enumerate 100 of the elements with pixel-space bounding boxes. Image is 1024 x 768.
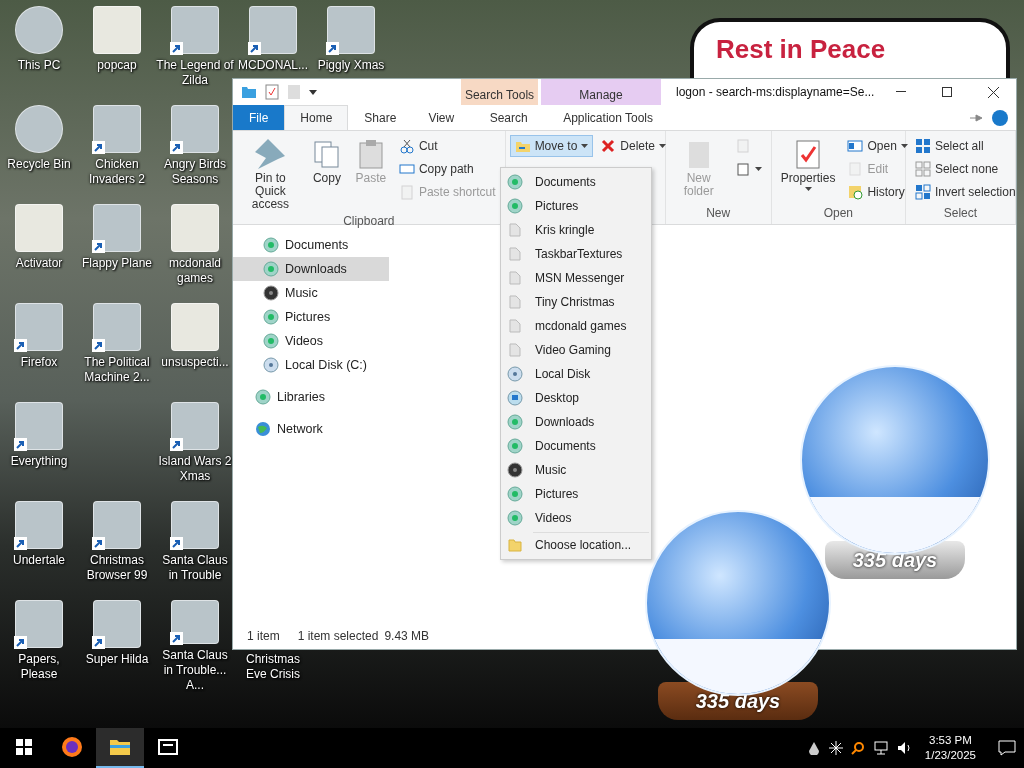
desktop-icon-label[interactable]: Activator [0,256,78,271]
shortcut-arrow-icon [92,240,105,253]
menu-item[interactable]: Videos [503,506,649,530]
library-icon [507,198,523,214]
pin-icon [254,138,287,170]
status-text: 1 item selected [297,629,379,643]
menu-item[interactable]: Pictures [503,194,649,218]
desktop-icon-label[interactable]: Recycle Bin [0,157,78,172]
ribbon-button[interactable]: Delete [595,135,671,157]
library-icon [263,309,279,325]
desktop-icon-label[interactable]: Santa Claus in Trouble... A... [156,648,234,693]
desktop-icon-label[interactable]: MCDONAL... [234,58,312,73]
windows-logo-icon [16,739,32,755]
menu-item[interactable]: Pictures [503,482,649,506]
cut-icon [398,138,415,154]
menu-item[interactable]: Kris kringle [503,218,649,242]
disk-icon [263,357,279,373]
history-icon [847,184,864,200]
newitem-icon [734,138,751,154]
nav-item[interactable]: Documents [233,233,389,257]
globe-icon [255,421,271,437]
menu-item[interactable]: Downloads [503,410,649,434]
nav-item[interactable]: Music [233,281,389,305]
group-label: New [705,206,732,222]
desktop-icon-label[interactable]: Undertale [0,553,78,568]
help-icon [992,109,1008,126]
ribbon-tab[interactable]: View [412,105,471,130]
network-icon [872,741,889,755]
desktop-icon-label[interactable]: Piggly Xmas [312,58,390,73]
menu-item[interactable]: mcdonald games [503,314,649,338]
status-text: 9.43 MB [384,629,430,643]
desktop-icon-label[interactable]: The Political Machine 2... [78,355,156,385]
menu-item[interactable]: Video Gaming [503,338,649,362]
close-icon [987,86,999,98]
desktop-icon-label[interactable]: mcdonald games [156,256,234,286]
desktop-icon-label[interactable]: Christmas Eve Crisis [234,652,312,682]
menu-item[interactable]: MSN Messenger [503,266,649,290]
app-icon[interactable] [15,6,63,54]
desktop-icon-label[interactable]: Flappy Plane [78,256,156,271]
ribbon-tab[interactable]: Share [348,105,413,130]
context-tab-header: Search Tools [461,79,538,105]
nav-item[interactable]: Libraries [233,385,389,409]
menu-item[interactable]: Choose location... [503,533,649,557]
notifications-icon [998,740,1016,756]
menu-item[interactable]: Documents [503,170,649,194]
ribbon-tab[interactable]: Home [284,105,349,130]
minimize-icon [896,91,906,93]
copypath-icon [398,161,415,177]
desktop-icon-label[interactable]: Papers, Please [0,652,78,682]
desktop-icon-label[interactable]: Christmas Browser 99 [78,553,156,583]
desktop-icon-label[interactable]: Island Wars 2 Xmas [156,454,234,484]
group-label: Clipboard [342,214,396,228]
search-icon [850,741,865,755]
nav-item[interactable]: Downloads [233,257,389,281]
desktop-icon-label[interactable]: Chicken Invaders 2 [78,157,156,187]
open-icon [847,138,864,154]
shortcut-arrow-icon [92,339,105,352]
desktop-icon-label[interactable]: Super Hilda [78,652,156,667]
menu-item[interactable]: Local Disk [503,362,649,386]
selectnone-icon [914,161,931,177]
ribbon-button[interactable]: Cut [393,135,501,157]
desktop-icon-label[interactable]: unsuspecti... [156,355,234,370]
nav-item[interactable]: Network [233,417,389,441]
shortcut-arrow-icon [14,537,27,550]
group-label: Open [822,206,854,222]
shortcut-arrow-icon [170,438,183,451]
desktop-icon-label[interactable]: Angry Birds Seasons [156,157,234,187]
ribbon-tab[interactable]: Search [470,105,548,130]
nav-item[interactable]: Pictures [233,305,389,329]
app-icon[interactable] [15,105,63,153]
ribbon-button[interactable]: Properties [775,135,841,194]
ribbon-button[interactable]: Move to [509,135,594,157]
shortcut-arrow-icon [14,636,27,649]
desktop-icon-label[interactable]: Firefox [0,355,78,370]
ribbon-button[interactable]: Copy path [393,158,501,180]
desktop-icon-label[interactable]: Everything [0,454,78,469]
folder-icon [241,84,257,100]
ribbon-button[interactable]: Copy [305,135,348,188]
ribbon-tab[interactable]: Application Tools [547,105,670,130]
archive-icon [157,736,179,758]
desktop-icon-label[interactable]: Santa Claus in Trouble [156,553,234,583]
menu-item[interactable]: TaskbarTextures [503,242,649,266]
shortcut-arrow-icon [92,636,105,649]
nav-item[interactable]: Videos [233,329,389,353]
desktop-icon-label[interactable]: popcap [78,58,156,73]
library-icon [507,438,523,454]
clock[interactable]: 3:53 PM 1/23/2025 [924,733,976,763]
ribbon-button[interactable]: Pin to Quick access [237,135,304,214]
folder-icon [507,342,523,358]
desktop-icon-label[interactable]: The Legend of Zilda [156,58,234,88]
ribbon-tab[interactable]: File [233,105,285,130]
nav-item[interactable]: Local Disk (C:) [233,353,389,377]
menu-item[interactable]: Tiny Christmas [503,290,649,314]
menu-item[interactable]: Music [503,458,649,482]
taskbar-app-button[interactable] [96,728,144,768]
menu-item[interactable]: Documents [503,434,649,458]
menu-item[interactable]: Desktop [503,386,649,410]
desktop-icon-label[interactable]: This PC [0,58,78,73]
delete-icon [600,138,617,154]
easyaccess-icon [734,161,751,177]
